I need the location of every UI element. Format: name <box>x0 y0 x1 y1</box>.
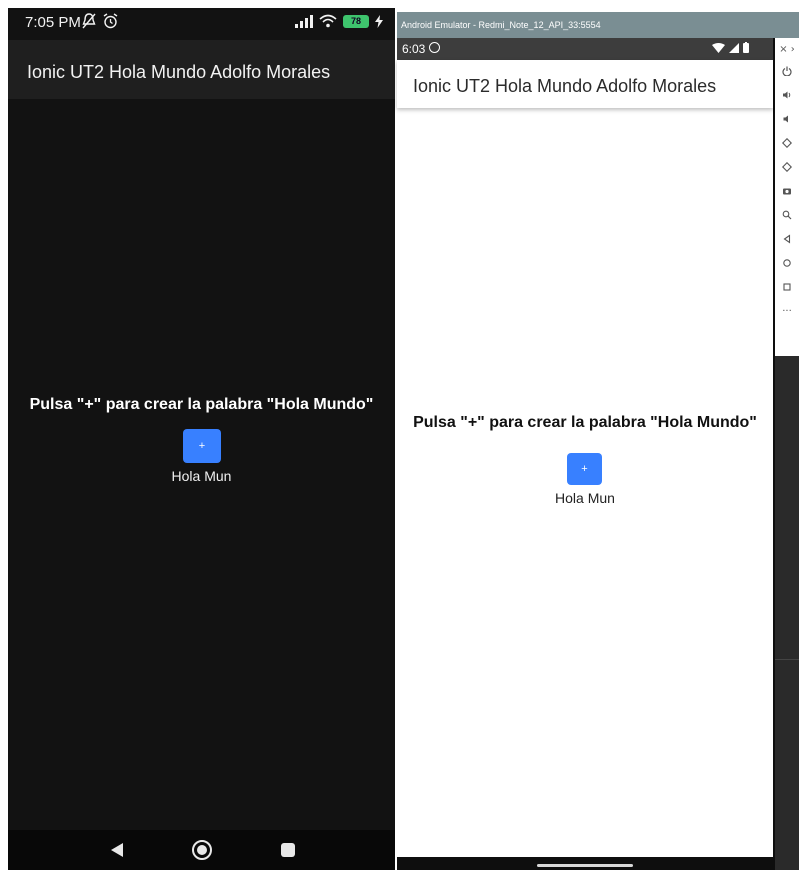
rotate-left-icon[interactable] <box>775 137 799 151</box>
left-navigation-bar <box>8 830 395 870</box>
left-hola-mundo-output: Hola Mun <box>171 468 232 484</box>
left-add-letter-button[interactable]: + <box>183 429 221 463</box>
screenshot-root: 7:05 PM 78 Ionic UT2 Hola Mundo Adolfo M… <box>0 0 799 870</box>
overview-icon[interactable] <box>775 282 799 295</box>
camera-icon[interactable] <box>775 186 799 199</box>
back-icon[interactable] <box>775 234 799 247</box>
emulator-close-controls[interactable]: × › <box>775 44 799 55</box>
emulator-add-letter-button[interactable]: + <box>567 453 602 485</box>
wifi-icon <box>712 42 725 53</box>
home-icon[interactable] <box>775 258 799 271</box>
left-status-bar: 7:05 PM 78 <box>8 8 395 40</box>
volume-up-icon[interactable] <box>775 90 799 103</box>
volume-down-icon[interactable] <box>775 114 799 127</box>
rotate-right-icon[interactable] <box>775 161 799 175</box>
power-icon[interactable] <box>775 66 799 79</box>
left-page-title: Ionic UT2 Hola Mundo Adolfo Morales <box>27 62 331 82</box>
emulator-app-toolbar: Ionic UT2 Hola Mundo Adolfo Morales <box>397 60 773 108</box>
nav-home-icon[interactable] <box>192 840 212 860</box>
signal-icon <box>729 42 739 53</box>
more-options-icon[interactable]: ··· <box>775 306 799 317</box>
emulator-hola-mundo-output: Hola Mun <box>555 490 615 506</box>
muted-notification-icon <box>82 13 96 29</box>
emulator-instruction-text: Pulsa "+" para crear la palabra "Hola Mu… <box>413 414 757 431</box>
left-app-toolbar: Ionic UT2 Hola Mundo Adolfo Morales <box>8 40 395 99</box>
side-panel-divider <box>775 659 799 660</box>
charging-icon <box>375 14 383 28</box>
left-status-time: 7:05 PM <box>25 14 81 31</box>
emulator-status-bar: 6:03 <box>397 38 773 60</box>
alarm-icon <box>103 13 118 29</box>
left-app-content: Pulsa "+" para crear la palabra "Hola Mu… <box>8 99 395 830</box>
emulator-app-screen: Ionic UT2 Hola Mundo Adolfo Morales Puls… <box>397 60 773 857</box>
gesture-navigation-bar[interactable] <box>537 864 633 867</box>
emulator-window-title: Android Emulator - Redmi_Note_12_API_33:… <box>401 20 601 30</box>
nav-back-icon[interactable] <box>111 843 123 857</box>
emulator-status-system-icons <box>712 42 749 53</box>
battery-icon: 78 <box>343 14 369 28</box>
wifi-icon <box>319 14 337 28</box>
left-phone-screen: 7:05 PM 78 Ionic UT2 Hola Mundo Adolfo M… <box>8 8 395 870</box>
emulator-status-time: 6:03 <box>402 42 426 56</box>
nav-recent-apps-icon[interactable] <box>281 843 295 857</box>
battery-icon <box>743 42 749 53</box>
left-status-system-icons: 78 <box>295 14 383 28</box>
emulator-window-titlebar[interactable]: Android Emulator - Redmi_Note_12_API_33:… <box>397 12 799 38</box>
emulator-side-toolbar: × › ··· <box>775 38 799 356</box>
emulator-page-title: Ionic UT2 Hola Mundo Adolfo Morales <box>413 76 717 96</box>
globe-icon <box>429 42 440 53</box>
left-status-notification-icons <box>82 13 118 29</box>
left-instruction-text: Pulsa "+" para crear la palabra "Hola Mu… <box>29 396 374 413</box>
zoom-icon[interactable] <box>775 210 799 223</box>
signal-icon <box>295 14 313 28</box>
emulator-side-panel <box>775 356 799 870</box>
